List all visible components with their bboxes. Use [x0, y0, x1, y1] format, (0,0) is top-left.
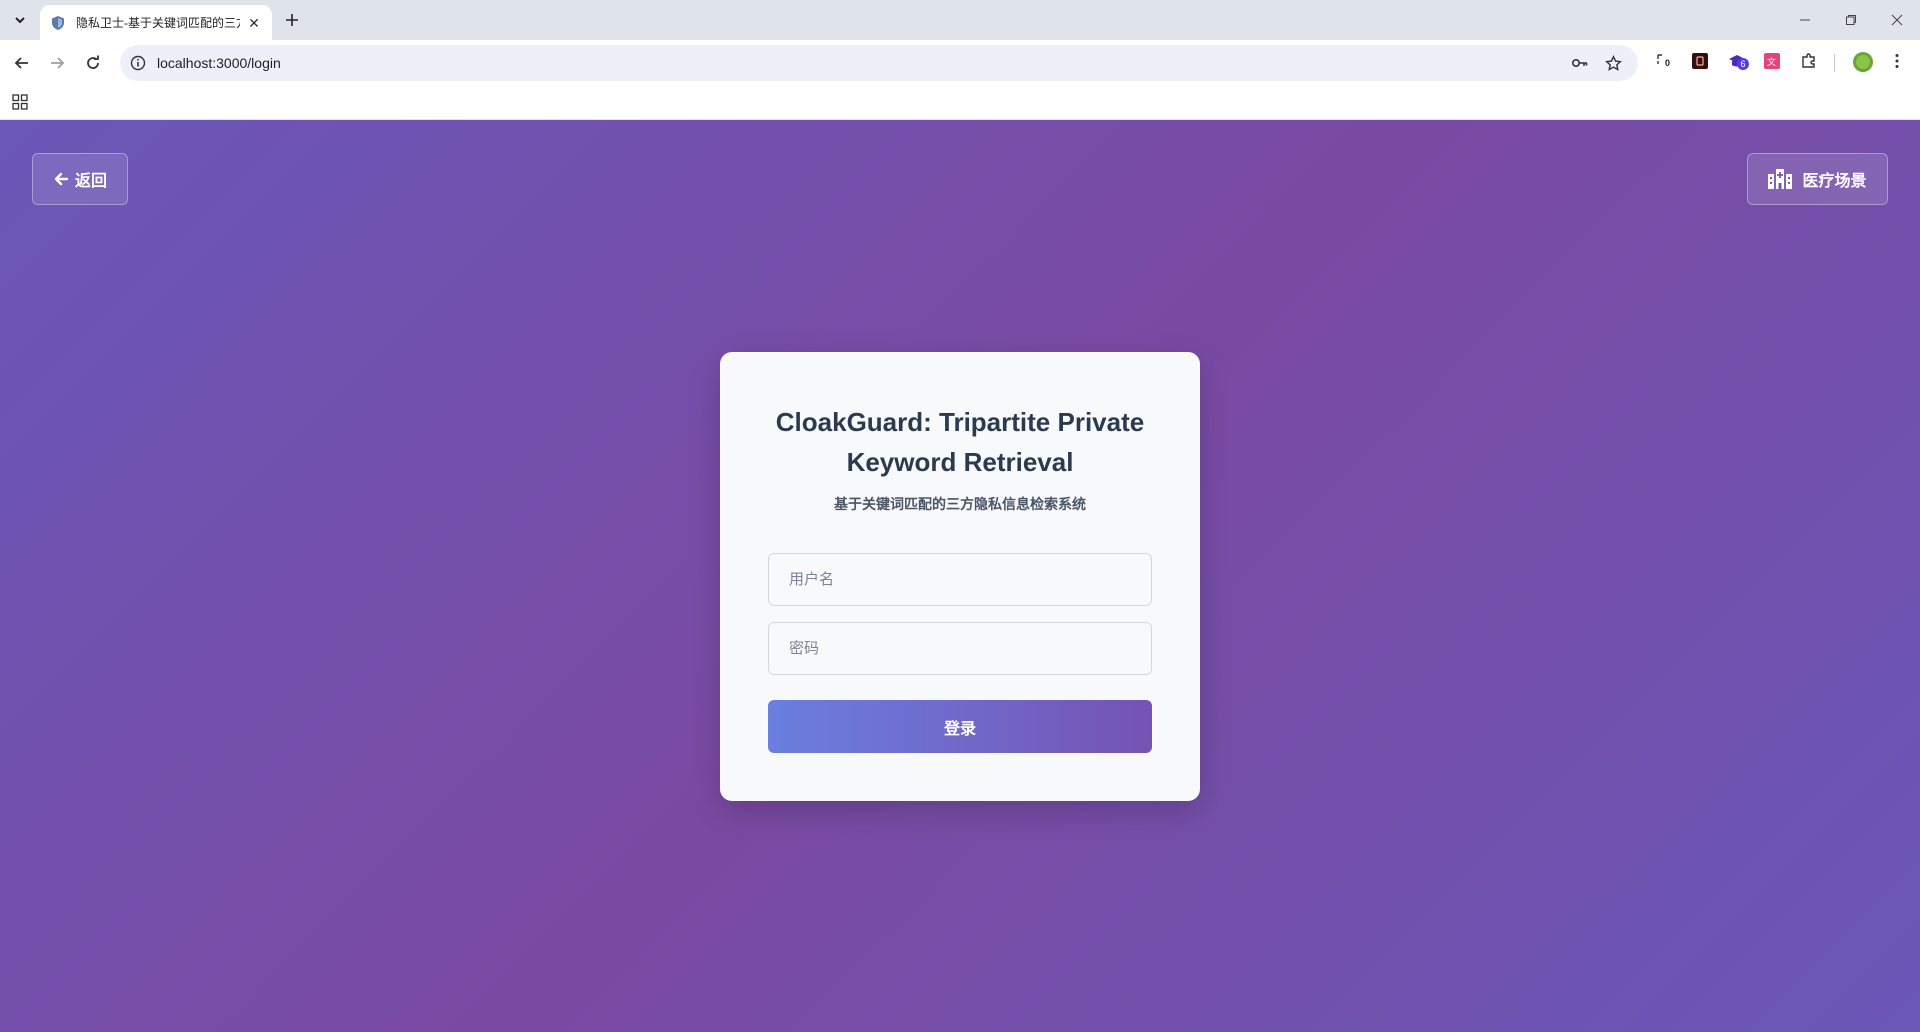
extension-2-button[interactable]: [1691, 52, 1709, 70]
new-tab-button[interactable]: [280, 8, 304, 32]
puzzle-icon: [1802, 53, 1815, 68]
toolbar-divider: [1834, 54, 1835, 72]
extension-1-button[interactable]: 0: [1655, 52, 1673, 70]
tab-strip: 隐私卫士-基于关键词匹配的三方 ✕: [0, 0, 1920, 40]
svg-text:文: 文: [1767, 56, 1776, 68]
browser-menu-button[interactable]: [1888, 52, 1906, 70]
back-button[interactable]: 返回: [32, 153, 128, 205]
arrow-left-icon: [54, 172, 69, 186]
close-tab-icon[interactable]: ✕: [246, 15, 262, 31]
plus-icon: [286, 14, 298, 26]
arrow-right-icon: [51, 57, 65, 69]
page-title: CloakGuard: Tripartite Private Keyword R…: [775, 407, 1145, 477]
extension-4-button[interactable]: 文: [1763, 52, 1781, 70]
login-page: 返回 医疗场景 CloakGuard: Tripartite Private K…: [0, 120, 1920, 1032]
extensions-menu-button[interactable]: [1800, 52, 1818, 70]
close-icon: [1891, 14, 1903, 26]
login-card: CloakGuard: Tripartite Private Keyword R…: [720, 352, 1200, 801]
star-icon: [1604, 54, 1622, 71]
hospital-icon: [1768, 169, 1793, 189]
tab-search-button[interactable]: [8, 8, 32, 32]
page-subtitle: 基于关键词匹配的三方隐私信息检索系统: [834, 496, 1086, 512]
login-button[interactable]: 登录: [768, 700, 1152, 753]
shield-favicon-icon: [52, 15, 64, 30]
url-text: localhost:3000/login: [157, 55, 281, 71]
username-input[interactable]: [768, 553, 1152, 606]
bookmark-star-button[interactable]: [1604, 54, 1622, 72]
dark-extension-icon: [1692, 53, 1708, 69]
tab-title: 隐私卫士-基于关键词匹配的三方: [76, 16, 240, 30]
minimize-button[interactable]: [1782, 0, 1828, 40]
translate-extension-icon: 文: [1764, 53, 1780, 69]
back-nav-button[interactable]: [8, 49, 36, 77]
reload-icon: [87, 55, 99, 69]
bookmarks-bar: [0, 86, 1920, 120]
arrow-left-icon: [14, 57, 28, 69]
profile-avatar-button[interactable]: [1852, 51, 1874, 73]
back-button-label: 返回: [74, 173, 107, 190]
extension-3-button[interactable]: 6: [1728, 52, 1749, 70]
more-vertical-icon: [1895, 54, 1899, 68]
address-bar[interactable]: localhost:3000/login: [120, 45, 1638, 81]
apps-grid-icon[interactable]: [12, 94, 28, 110]
avatar-icon: [1853, 52, 1873, 72]
extension-1-badge: 0: [1665, 58, 1671, 68]
forward-nav-button[interactable]: [43, 49, 71, 77]
key-icon: [1571, 59, 1588, 68]
browser-toolbar: localhost:3000/login 0 6 文: [0, 40, 1920, 86]
close-window-button[interactable]: [1874, 0, 1920, 40]
crop-extension-icon: [1657, 54, 1662, 64]
site-info-icon[interactable]: [130, 55, 146, 71]
chevron-down-icon: [15, 17, 25, 24]
restore-button[interactable]: [1828, 0, 1874, 40]
medical-scene-button[interactable]: 医疗场景: [1747, 153, 1888, 205]
reload-button[interactable]: [79, 49, 107, 77]
minimize-icon: [1800, 19, 1810, 21]
medical-scene-label: 医疗场景: [1802, 173, 1867, 190]
browser-tab-active[interactable]: 隐私卫士-基于关键词匹配的三方 ✕: [40, 5, 272, 40]
extension-3-badge: 6: [1737, 58, 1749, 70]
restore-icon: [1846, 15, 1856, 25]
password-key-button[interactable]: [1571, 54, 1589, 72]
window-controls: [1782, 0, 1920, 40]
password-input[interactable]: [768, 622, 1152, 675]
